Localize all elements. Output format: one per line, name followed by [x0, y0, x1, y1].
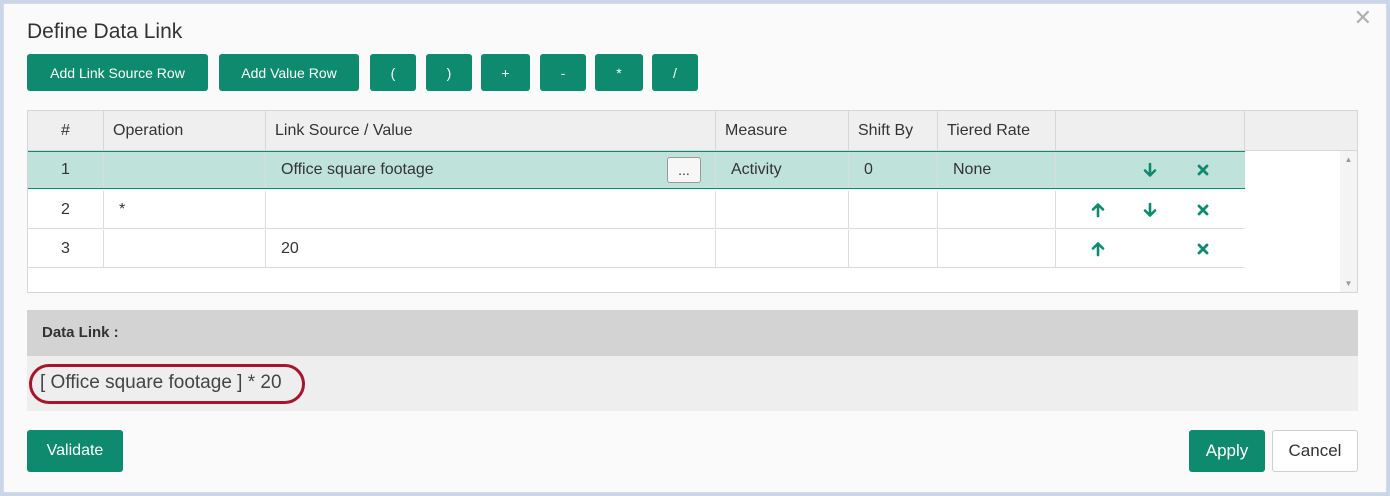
link-source-picker-button[interactable]: ... [667, 157, 701, 183]
measure-cell[interactable] [716, 230, 849, 267]
column-header-number: # [28, 111, 104, 151]
table-row[interactable]: 1 Office square footage ... Activity 0 N… [28, 151, 1245, 189]
column-header-actions [1056, 111, 1245, 151]
operation-cell[interactable] [104, 152, 266, 188]
add-value-row-button[interactable]: Add Value Row [219, 54, 359, 91]
close-icon[interactable] [1193, 230, 1213, 267]
operation-cell[interactable] [104, 230, 266, 267]
close-icon[interactable] [1193, 152, 1213, 188]
column-header-link-source: Link Source / Value [266, 111, 716, 151]
validate-button[interactable]: Validate [27, 430, 123, 472]
close-paren-button[interactable]: ) [426, 54, 472, 91]
data-link-table: # Operation Link Source / Value Measure … [27, 110, 1358, 293]
arrow-down-icon[interactable] [1140, 152, 1160, 188]
measure-cell[interactable]: Activity [716, 152, 849, 188]
scroll-up-icon[interactable]: ▲ [1340, 155, 1357, 164]
column-header-operation: Operation [104, 111, 266, 151]
arrow-up-icon[interactable] [1088, 191, 1108, 228]
shift-by-cell[interactable]: 0 [849, 152, 938, 188]
row-actions [1056, 230, 1245, 267]
shift-by-cell[interactable] [849, 191, 938, 228]
arrow-down-icon[interactable] [1140, 191, 1160, 228]
table-row[interactable]: 3 20 [28, 230, 1245, 268]
row-actions [1056, 152, 1245, 188]
open-paren-button[interactable]: ( [370, 54, 416, 91]
tiered-rate-cell[interactable] [938, 191, 1056, 228]
row-actions [1056, 191, 1245, 228]
define-data-link-dialog: ✕ Define Data Link Add Link Source Row A… [3, 3, 1387, 493]
apply-button[interactable]: Apply [1189, 430, 1265, 472]
column-header-tiered-rate: Tiered Rate [938, 111, 1056, 151]
table-scrollbar[interactable]: ▲ ▼ [1340, 151, 1357, 292]
column-header-shift-by: Shift By [849, 111, 938, 151]
dialog-title: Define Data Link [27, 20, 183, 43]
minus-button[interactable]: - [540, 54, 586, 91]
row-number: 3 [28, 230, 104, 267]
row-number: 1 [28, 152, 104, 188]
plus-button[interactable]: + [481, 54, 530, 91]
scroll-down-icon[interactable]: ▼ [1340, 279, 1357, 288]
table-row[interactable]: 2 * [28, 191, 1245, 229]
measure-cell[interactable] [716, 191, 849, 228]
tiered-rate-cell[interactable]: None [938, 152, 1056, 188]
shift-by-cell[interactable] [849, 230, 938, 267]
link-source-cell[interactable] [266, 191, 716, 228]
link-source-cell[interactable]: 20 [266, 230, 716, 267]
table-header: # Operation Link Source / Value Measure … [28, 111, 1357, 151]
data-link-expression-area: [ Office square footage ] * 20 [27, 356, 1358, 411]
divide-button[interactable]: / [652, 54, 698, 91]
column-header-measure: Measure [716, 111, 849, 151]
add-link-source-row-button[interactable]: Add Link Source Row [27, 54, 208, 91]
link-source-cell[interactable]: Office square footage ... [266, 152, 716, 188]
link-source-value: Office square footage [281, 161, 434, 178]
close-icon[interactable] [1193, 191, 1213, 228]
arrow-up-icon[interactable] [1088, 230, 1108, 267]
operation-cell[interactable]: * [104, 191, 266, 228]
data-link-label: Data Link : [27, 310, 1358, 356]
row-number: 2 [28, 191, 104, 228]
multiply-button[interactable]: * [595, 54, 643, 91]
tiered-rate-cell[interactable] [938, 230, 1056, 267]
cancel-button[interactable]: Cancel [1272, 430, 1358, 472]
close-icon[interactable]: ✕ [1354, 6, 1372, 30]
data-link-expression: [ Office square footage ] * 20 [40, 372, 282, 393]
